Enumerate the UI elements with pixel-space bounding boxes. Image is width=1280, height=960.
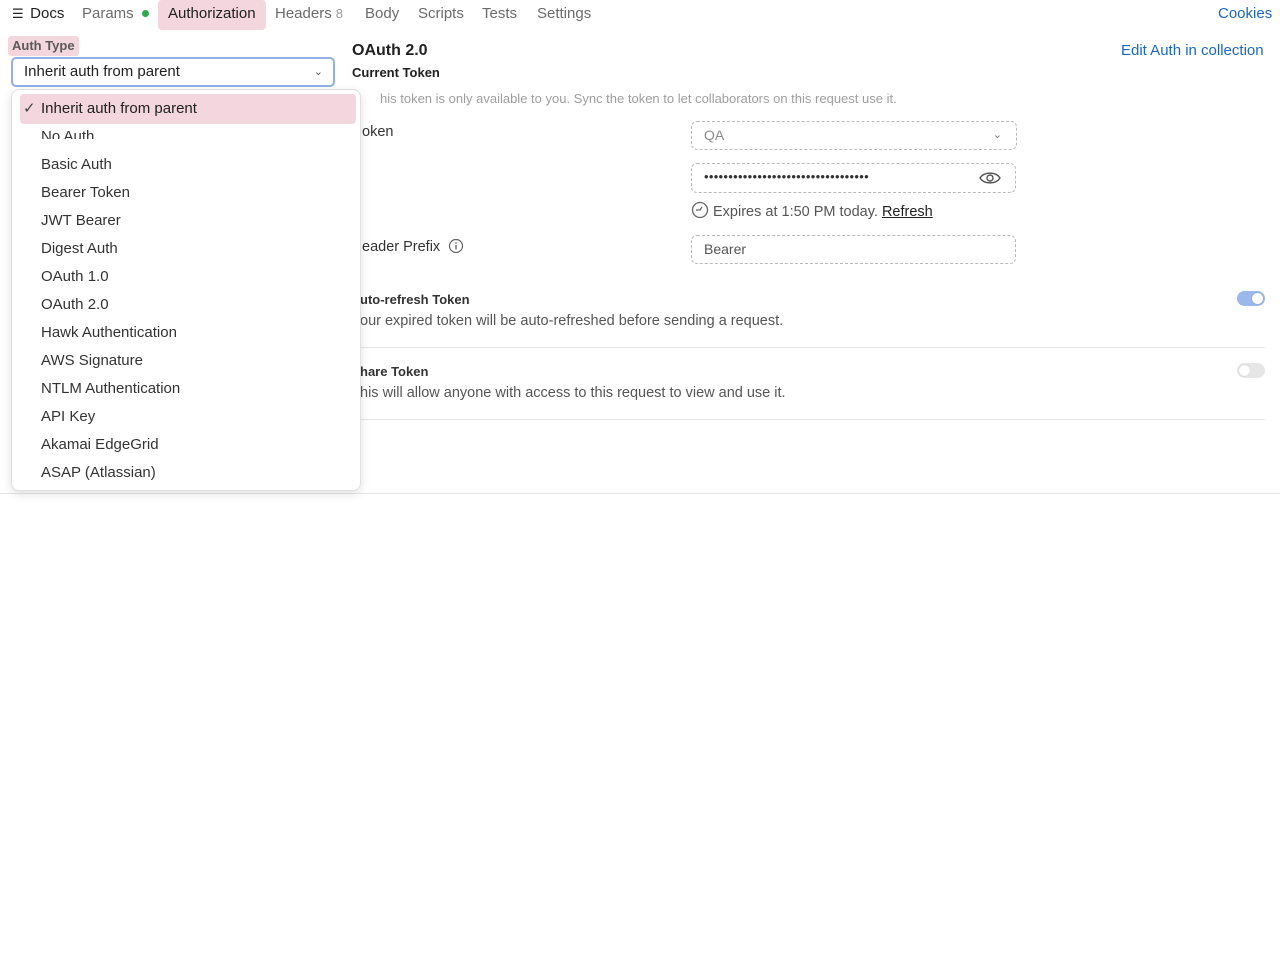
tab-settings-label: Settings (537, 5, 592, 22)
headers-count-badge: 8 (335, 6, 343, 21)
tab-authorization-label: Authorization (168, 5, 256, 22)
tab-body[interactable]: Body (365, 0, 399, 30)
auto-refresh-description: our expired token will be auto-refreshed… (360, 313, 784, 329)
auth-option-hawk[interactable]: Hawk Authentication (41, 321, 177, 345)
auth-option-label: Inherit auth from parent (41, 100, 197, 117)
tab-authorization[interactable]: Authorization (158, 0, 266, 30)
share-token-title: hare Token (360, 364, 429, 379)
token-select-value: QA (704, 127, 725, 143)
cookies-link[interactable]: Cookies (1218, 0, 1272, 30)
edit-auth-in-collection-link[interactable]: Edit Auth in collection (1121, 42, 1264, 59)
tab-docs-label: Docs (30, 5, 65, 22)
auth-option-digest[interactable]: Digest Auth (41, 237, 118, 261)
toggle-knob (1239, 365, 1250, 376)
expires-text: Expires at 1:50 PM today. (713, 204, 878, 220)
request-tab-bar: ☰ Docs Params Authorization Headers 8 Bod… (0, 0, 1280, 30)
tab-scripts-label: Scripts (418, 5, 464, 22)
tab-params-label: Params (82, 5, 134, 22)
divider (352, 347, 1265, 348)
tab-docs[interactable]: ☰ Docs (12, 0, 64, 30)
tab-headers-label: Headers (275, 5, 332, 22)
auth-option-asap[interactable]: ASAP (Atlassian) (41, 461, 156, 485)
token-value-field[interactable]: •••••••••••••••••••••••••••••••••• (691, 163, 1016, 193)
current-token-heading: Current Token (352, 65, 440, 80)
share-token-toggle[interactable] (1237, 363, 1265, 378)
token-label: oken (362, 124, 394, 140)
auth-option-ntlm[interactable]: NTLM Authentication (41, 377, 180, 401)
chevron-down-icon: ⌄ (313, 66, 323, 78)
tab-settings[interactable]: Settings (537, 0, 591, 30)
header-prefix-value: Bearer (704, 241, 747, 257)
clock-icon (691, 201, 709, 219)
eye-icon[interactable] (979, 170, 1001, 186)
tab-tests[interactable]: Tests (482, 0, 517, 30)
auth-option-inherit[interactable]: ✓ Inherit auth from parent (20, 94, 356, 124)
header-prefix-input[interactable]: Bearer (691, 235, 1016, 264)
auth-type-dropdown: ✓ Inherit auth from parent No Auth Basic… (11, 89, 361, 491)
tab-tests-label: Tests (482, 5, 518, 22)
check-icon: ✓ (23, 100, 36, 117)
divider (352, 419, 1265, 420)
auth-option-bearer[interactable]: Bearer Token (41, 181, 130, 205)
header-prefix-label: eader Prefix (362, 238, 464, 255)
toggle-knob (1252, 293, 1263, 304)
chevron-down-icon: ⌄ (992, 129, 1002, 141)
token-expiry: Expires at 1:50 PM today. Refresh (691, 201, 933, 220)
auth-option-oauth2[interactable]: OAuth 2.0 (41, 293, 109, 317)
docs-icon: ☰ (12, 6, 24, 21)
refresh-token-link[interactable]: Refresh (882, 204, 933, 220)
auth-option-akamai[interactable]: Akamai EdgeGrid (41, 433, 159, 457)
auth-type-selected-value: Inherit auth from parent (24, 63, 180, 80)
tab-headers[interactable]: Headers 8 (275, 0, 343, 30)
info-icon[interactable] (448, 238, 464, 254)
auto-refresh-title: uto-refresh Token (360, 292, 470, 307)
tab-scripts[interactable]: Scripts (418, 0, 464, 30)
panel-bottom-border (0, 493, 1280, 494)
header-prefix-label-text: eader Prefix (362, 239, 441, 255)
auth-option-basic[interactable]: Basic Auth (41, 153, 112, 177)
auth-option-jwt[interactable]: JWT Bearer (41, 209, 121, 233)
tab-params[interactable]: Params (82, 0, 149, 30)
auth-title: OAuth 2.0 (352, 42, 428, 59)
auth-option-api-key[interactable]: API Key (41, 405, 95, 429)
auth-option-aws[interactable]: AWS Signature (41, 349, 143, 373)
tab-body-label: Body (365, 5, 400, 22)
token-select[interactable]: QA ⌄ (691, 121, 1017, 150)
auth-option-no-auth[interactable]: No Auth (41, 125, 94, 139)
masked-token: •••••••••••••••••••••••••••••••••• (704, 169, 869, 184)
auto-refresh-toggle[interactable] (1237, 291, 1265, 306)
auth-option-oauth1[interactable]: OAuth 1.0 (41, 265, 109, 289)
auth-type-select[interactable]: Inherit auth from parent ⌄ (11, 57, 335, 87)
auth-type-label: Auth Type (8, 36, 79, 56)
token-availability-note: his token is only available to you. Sync… (380, 91, 897, 106)
params-status-dot (141, 9, 149, 17)
share-token-description: his will allow anyone with access to thi… (360, 385, 786, 401)
